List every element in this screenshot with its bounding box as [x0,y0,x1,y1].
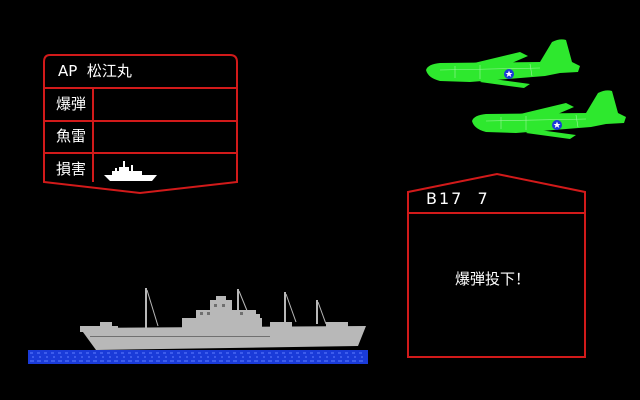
damage-row-label: 損害 [56,160,87,178]
b17-bomber-icon [426,39,580,88]
attack-message: 爆弾投下！ [455,270,531,288]
sea [28,350,368,364]
bomb-row-label: 爆弾 [56,95,87,113]
torpedo-row-label: 魚雷 [56,127,87,145]
transport-ship-icon [80,288,366,350]
b17-bomber-icon [472,90,626,139]
attack-panel-title: B17 7 [426,189,490,208]
warship-silhouette-icon [104,161,157,181]
scene-art [28,39,626,364]
ship-panel-title: AP 松江丸 [58,62,132,80]
